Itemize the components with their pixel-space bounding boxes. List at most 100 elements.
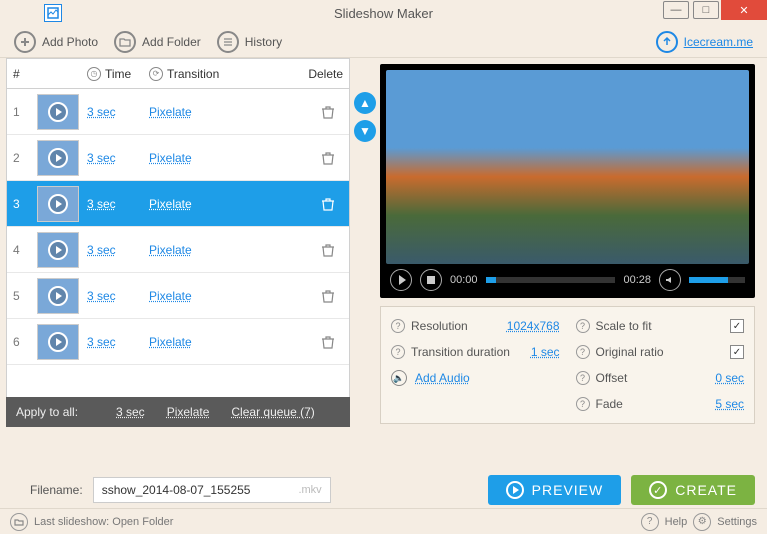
- row-thumbnail[interactable]: [37, 186, 79, 222]
- row-time-link[interactable]: 3 sec: [87, 197, 116, 211]
- play-overlay-icon: [48, 332, 68, 352]
- mute-button[interactable]: [659, 269, 681, 291]
- resolution-value[interactable]: 1024x768: [507, 319, 560, 333]
- app-logo: [44, 4, 62, 22]
- add-photo-button[interactable]: Add Photo: [6, 28, 106, 56]
- help-icon[interactable]: ?: [641, 513, 659, 531]
- setting-resolution: ? Resolution 1024x768: [391, 315, 560, 337]
- help-icon[interactable]: ?: [576, 397, 590, 411]
- settings-label[interactable]: Settings: [717, 516, 757, 528]
- row-time-link[interactable]: 3 sec: [87, 335, 116, 349]
- apply-all-transition[interactable]: Pixelate: [167, 405, 210, 419]
- play-button[interactable]: [390, 269, 412, 291]
- move-down-button[interactable]: ▼: [354, 120, 376, 142]
- row-time-link[interactable]: 3 sec: [87, 151, 116, 165]
- table-row[interactable]: 1 3 sec Pixelate: [7, 89, 349, 135]
- row-thumbnail[interactable]: [37, 232, 79, 268]
- row-thumbnail[interactable]: [37, 94, 79, 130]
- setting-ratio: ? Original ratio ✓: [576, 341, 745, 363]
- row-time-link[interactable]: 3 sec: [87, 243, 116, 257]
- row-delete-button[interactable]: [313, 150, 343, 166]
- window-title: Slideshow Maker: [334, 6, 433, 21]
- volume-bar[interactable]: [689, 277, 745, 283]
- titlebar: Slideshow Maker — □ ✕: [0, 0, 767, 26]
- row-number: 2: [13, 151, 37, 165]
- statusbar: Last slideshow: Open Folder ? Help ⚙ Set…: [0, 508, 767, 534]
- maximize-button[interactable]: □: [693, 1, 719, 19]
- play-overlay-icon: [48, 240, 68, 260]
- add-folder-label: Add Folder: [142, 35, 201, 49]
- help-label[interactable]: Help: [665, 516, 688, 528]
- history-icon: [217, 31, 239, 53]
- help-icon[interactable]: ?: [391, 319, 405, 333]
- row-number: 6: [13, 335, 37, 349]
- table-row[interactable]: 33 secPixelate: [7, 181, 349, 227]
- row-transition-link[interactable]: Pixelate: [149, 335, 192, 349]
- fade-value[interactable]: 5 sec: [715, 397, 744, 411]
- row-thumbnail[interactable]: [37, 324, 79, 360]
- help-icon[interactable]: ?: [391, 345, 405, 359]
- row-thumbnail[interactable]: [37, 278, 79, 314]
- stop-button[interactable]: [420, 269, 442, 291]
- row-transition-link[interactable]: Pixelate: [149, 151, 192, 165]
- th-transition[interactable]: ⟳Transition: [149, 67, 297, 81]
- history-button[interactable]: History: [209, 28, 290, 56]
- help-icon[interactable]: ?: [576, 319, 590, 333]
- row-transition-link[interactable]: Pixelate: [149, 289, 192, 303]
- toolbar: Add Photo Add Folder History Icecream.me: [0, 26, 767, 58]
- table-row[interactable]: 43 secPixelate: [7, 227, 349, 273]
- th-time[interactable]: ◷Time: [87, 67, 149, 81]
- offset-value[interactable]: 0 sec: [715, 371, 744, 385]
- scale-checkbox[interactable]: ✓: [730, 319, 744, 333]
- time-current: 00:00: [450, 274, 478, 286]
- row-transition-link[interactable]: Pixelate: [149, 243, 192, 257]
- filename-ext: .mkv: [298, 484, 321, 496]
- play-icon: [506, 481, 524, 499]
- help-icon[interactable]: ?: [576, 371, 590, 385]
- row-delete-button[interactable]: [313, 334, 343, 350]
- th-num: #: [13, 67, 37, 81]
- seek-bar[interactable]: [486, 277, 616, 283]
- player-controls: 00:00 00:28: [386, 264, 749, 292]
- gear-icon[interactable]: ⚙: [693, 513, 711, 531]
- photo-table: # ◷Time ⟳Transition Delete 13 secPixelat…: [6, 58, 350, 398]
- ratio-checkbox[interactable]: ✓: [730, 345, 744, 359]
- clear-queue-button[interactable]: Clear queue (7): [231, 405, 314, 419]
- transdur-value[interactable]: 1 sec: [531, 345, 560, 359]
- row-number: 1: [13, 105, 37, 119]
- filename-field-wrap: .mkv: [93, 477, 331, 503]
- close-button[interactable]: ✕: [721, 0, 767, 20]
- clock-icon: ◷: [87, 67, 101, 81]
- play-overlay-icon: [48, 148, 68, 168]
- check-icon: [649, 481, 667, 499]
- preview-button[interactable]: PREVIEW: [488, 475, 622, 505]
- settings-panel: ? Resolution 1024x768 ? Scale to fit ✓ ?…: [380, 306, 755, 424]
- table-row[interactable]: 6 3 sec Pixelate: [7, 319, 349, 365]
- brand-link[interactable]: Icecream.me: [648, 28, 761, 56]
- folder-icon[interactable]: [10, 513, 28, 531]
- apply-all-bar: Apply to all: 3 sec Pixelate Clear queue…: [6, 397, 350, 427]
- play-overlay-icon: [48, 194, 68, 214]
- add-folder-button[interactable]: Add Folder: [106, 28, 209, 56]
- help-icon[interactable]: ?: [576, 345, 590, 359]
- move-up-button[interactable]: ▲: [354, 92, 376, 114]
- table-row[interactable]: 53 secPixelate: [7, 273, 349, 319]
- minimize-button[interactable]: —: [663, 1, 689, 19]
- row-thumbnail[interactable]: [37, 140, 79, 176]
- row-time-link[interactable]: 3 sec: [87, 105, 116, 119]
- filename-input[interactable]: [102, 483, 299, 497]
- row-transition-link[interactable]: Pixelate: [149, 105, 192, 119]
- apply-all-time[interactable]: 3 sec: [116, 405, 145, 419]
- row-transition-link[interactable]: Pixelate: [149, 197, 192, 211]
- row-delete-button[interactable]: [313, 196, 343, 212]
- row-time-link[interactable]: 3 sec: [87, 289, 116, 303]
- play-overlay-icon: [48, 102, 68, 122]
- preview-image: [386, 70, 749, 264]
- last-slideshow-link[interactable]: Last slideshow: Open Folder: [34, 516, 173, 528]
- row-delete-button[interactable]: [313, 104, 343, 120]
- row-delete-button[interactable]: [313, 288, 343, 304]
- create-button[interactable]: CREATE: [631, 475, 755, 505]
- row-delete-button[interactable]: [313, 242, 343, 258]
- add-audio-button[interactable]: 🔈 Add Audio: [391, 367, 560, 389]
- table-row[interactable]: 2 3 sec Pixelate: [7, 135, 349, 181]
